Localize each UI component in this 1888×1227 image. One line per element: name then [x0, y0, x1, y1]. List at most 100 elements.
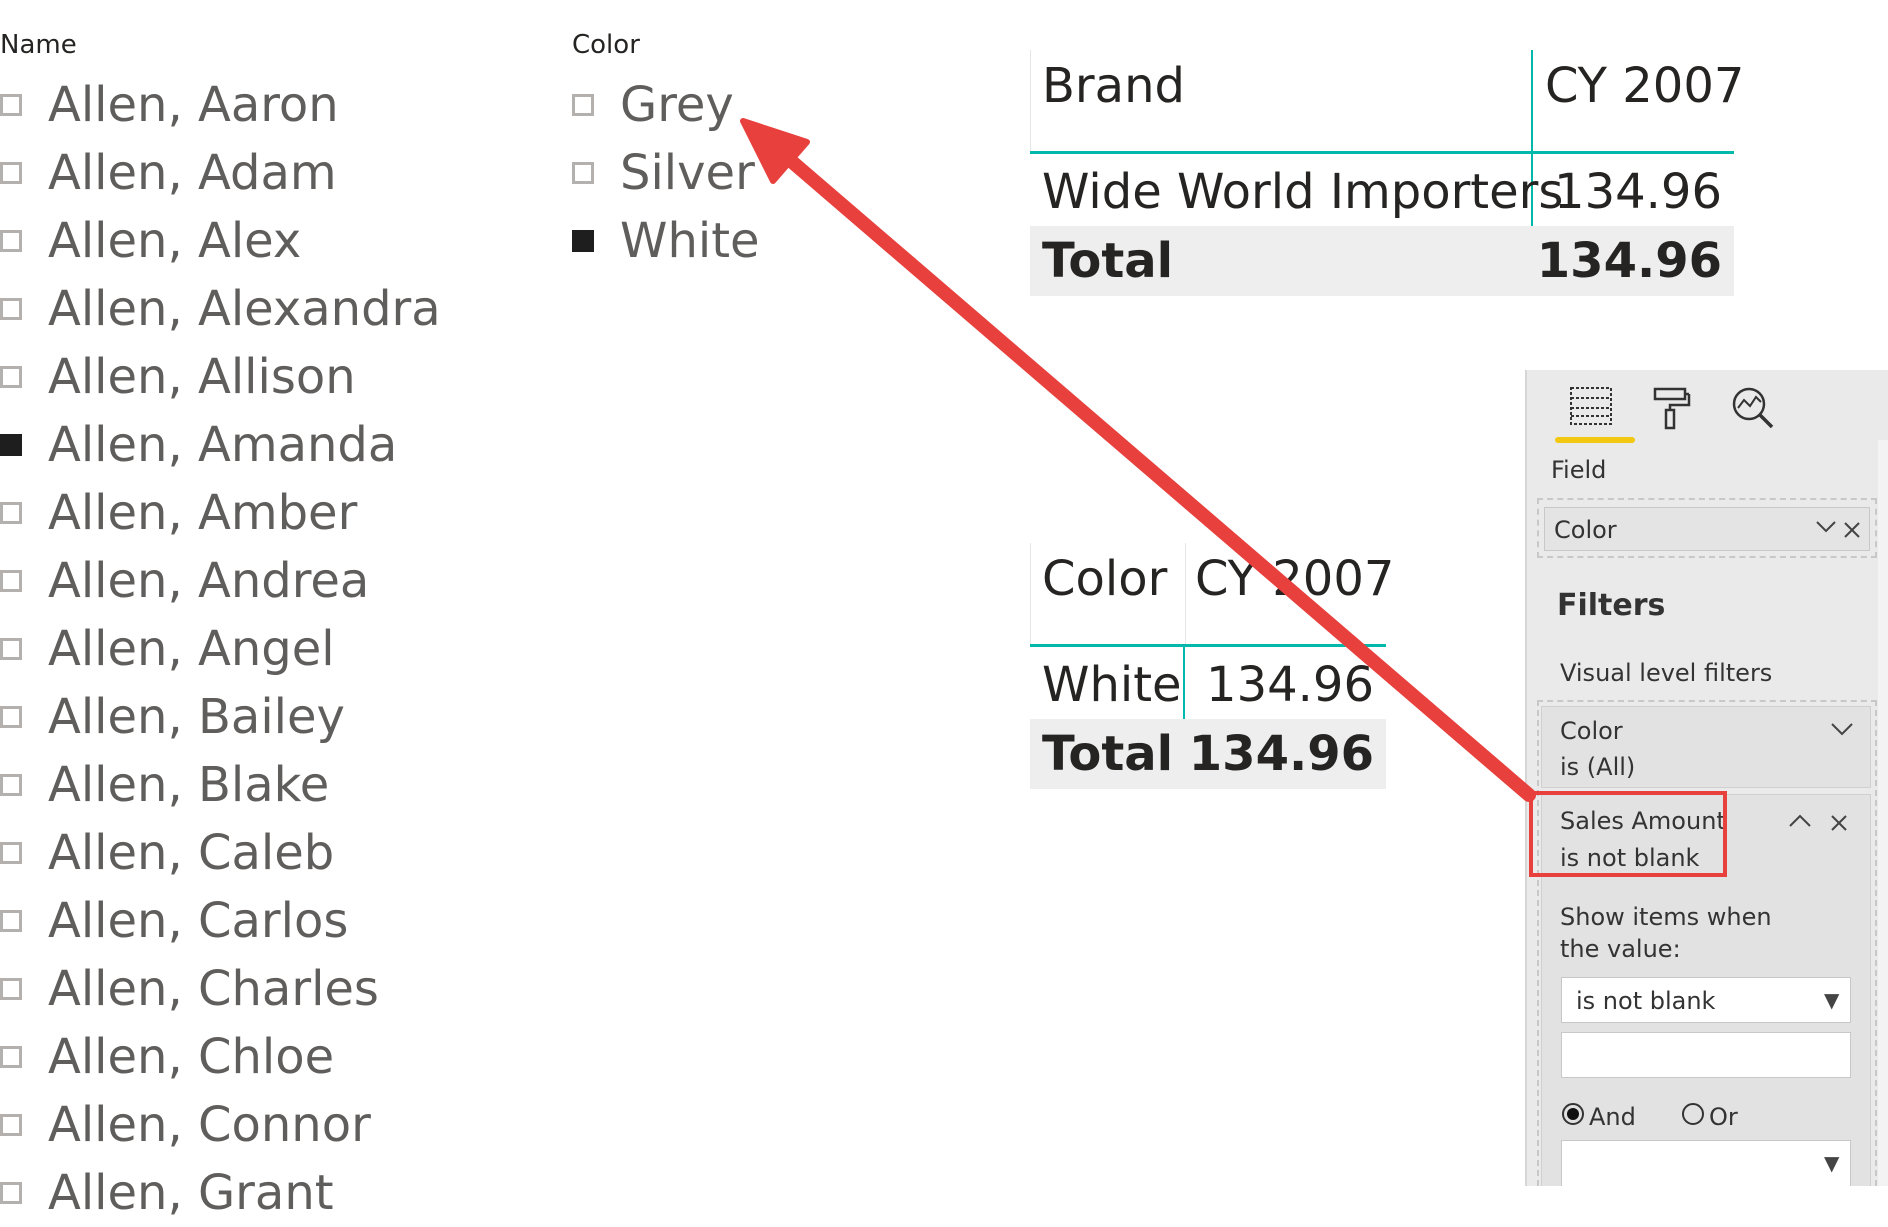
- name-slicer-item[interactable]: Allen, Adam: [0, 139, 441, 207]
- name-slicer-item[interactable]: Allen, Bailey: [0, 683, 441, 751]
- checkbox-unchecked-icon[interactable]: [0, 842, 22, 864]
- checkbox-unchecked-icon[interactable]: [0, 638, 22, 660]
- name-slicer-item[interactable]: Allen, Alexandra: [0, 275, 441, 343]
- name-slicer-item[interactable]: Allen, Amber: [0, 479, 441, 547]
- filter-value-input[interactable]: [1561, 1032, 1851, 1078]
- filters-title: Filters: [1557, 588, 1666, 623]
- name-slicer-item[interactable]: Allen, Aaron: [0, 71, 441, 139]
- name-slicer-item[interactable]: Allen, Allison: [0, 343, 441, 411]
- color-slicer-item[interactable]: Silver: [572, 139, 760, 207]
- brand-row-label: Wide World Importers: [1042, 164, 1564, 220]
- chevron-down-icon[interactable]: [1815, 514, 1837, 542]
- annotation-highlight-box: [1529, 791, 1727, 877]
- name-slicer-list: Allen, Aaron Allen, Adam Allen, Alex Allen,…: [0, 71, 441, 1227]
- name-slicer-item-label: Allen, Caleb: [48, 825, 335, 881]
- checkbox-unchecked-icon[interactable]: [0, 570, 22, 592]
- field-value-pill[interactable]: Color: [1544, 507, 1870, 551]
- name-slicer-item-label: Allen, Alex: [48, 213, 302, 269]
- checkbox-unchecked-icon[interactable]: [0, 1114, 22, 1136]
- remove-filter-close-icon[interactable]: [1830, 809, 1848, 837]
- second-condition-dropdown[interactable]: ▼: [1561, 1140, 1851, 1186]
- or-radio[interactable]: [1682, 1103, 1704, 1125]
- name-slicer-item-label: Allen, Allison: [48, 349, 356, 405]
- name-slicer-item-label: Allen, Aaron: [48, 77, 339, 133]
- color-table-header-rule: [1030, 644, 1386, 647]
- checkbox-unchecked-icon[interactable]: [0, 502, 22, 524]
- analytics-magnifier-icon[interactable]: [1731, 386, 1775, 434]
- color-slicer-title: Color: [572, 30, 640, 60]
- checkbox-unchecked-icon[interactable]: [0, 978, 22, 1000]
- active-tab-underline: [1555, 437, 1635, 443]
- or-label: Or: [1709, 1103, 1738, 1131]
- color-table: Color CY 2007 White 134.96 Total 134.96: [1030, 543, 1394, 789]
- fields-icon[interactable]: [1569, 386, 1613, 430]
- name-slicer-item[interactable]: Allen, Andrea: [0, 547, 441, 615]
- color-row-label: White: [1042, 657, 1182, 713]
- name-slicer-item[interactable]: Allen, Carlos: [0, 887, 441, 955]
- color-total-label: Total: [1042, 726, 1174, 782]
- name-slicer-item[interactable]: Allen, Connor: [0, 1091, 441, 1159]
- brand-table: Brand CY 2007 Wide World Importers 134.9…: [1030, 50, 1744, 296]
- chevron-down-icon[interactable]: [1830, 717, 1854, 745]
- name-slicer-item-label: Allen, Amber: [48, 485, 358, 541]
- name-slicer-title: Name: [0, 30, 77, 60]
- name-slicer-item[interactable]: Allen, Angel: [0, 615, 441, 683]
- dropdown-arrow-icon: ▼: [1824, 1151, 1840, 1175]
- name-slicer-item-label: Allen, Bailey: [48, 689, 345, 745]
- name-slicer-item-label: Allen, Blake: [48, 757, 330, 813]
- name-slicer-item-label: Allen, Connor: [48, 1097, 371, 1153]
- name-slicer-item[interactable]: Allen, Caleb: [0, 819, 441, 887]
- name-slicer-item-label: Allen, Grant: [48, 1165, 334, 1221]
- checkbox-unchecked-icon[interactable]: [0, 910, 22, 932]
- checkbox-unchecked-icon[interactable]: [0, 1046, 22, 1068]
- name-slicer-item-label: Allen, Alexandra: [48, 281, 441, 337]
- name-slicer-item-label: Allen, Angel: [48, 621, 335, 677]
- color-slicer-item[interactable]: Grey: [572, 71, 760, 139]
- name-slicer-item[interactable]: Allen, Charles: [0, 955, 441, 1023]
- name-slicer-item-label: Allen, Carlos: [48, 893, 349, 949]
- show-items-label: Show items when the value:: [1560, 903, 1772, 963]
- color-filter-name: Color: [1560, 717, 1623, 745]
- cy2007-column-header[interactable]: CY 2007: [1545, 58, 1744, 114]
- checkbox-unchecked-icon[interactable]: [0, 366, 22, 388]
- name-slicer-item[interactable]: Allen, Grant: [0, 1159, 441, 1227]
- brand-header-divider: [1030, 50, 1031, 152]
- checkbox-unchecked-icon[interactable]: [0, 706, 22, 728]
- name-slicer-item-label: Allen, Adam: [48, 145, 337, 201]
- name-slicer-item-label: Allen, Amanda: [48, 417, 398, 473]
- checkbox-unchecked-icon[interactable]: [572, 94, 594, 116]
- name-slicer-item[interactable]: Allen, Blake: [0, 751, 441, 819]
- and-radio[interactable]: [1562, 1103, 1584, 1125]
- checkbox-unchecked-icon[interactable]: [0, 298, 22, 320]
- color-slicer-item-label: White: [620, 213, 760, 269]
- brand-row-value: 134.96: [1554, 164, 1722, 220]
- condition-dropdown[interactable]: is not blank ▼: [1561, 977, 1851, 1023]
- dropdown-arrow-icon: ▼: [1824, 988, 1840, 1012]
- checkbox-checked-icon[interactable]: [0, 434, 22, 456]
- color-column-header[interactable]: Color: [1042, 551, 1167, 607]
- name-slicer-item[interactable]: Allen, Chloe: [0, 1023, 441, 1091]
- format-paint-roller-icon[interactable]: [1651, 386, 1691, 434]
- checkbox-unchecked-icon[interactable]: [0, 94, 22, 116]
- brand-column-header[interactable]: Brand: [1042, 58, 1185, 114]
- checkbox-unchecked-icon[interactable]: [0, 162, 22, 184]
- brand-header-rule: [1030, 151, 1734, 154]
- color-table-header-col-divider: [1185, 543, 1186, 645]
- pane-scrollbar[interactable]: [1878, 440, 1888, 1186]
- color-slicer-item[interactable]: White: [572, 207, 760, 275]
- checkbox-unchecked-icon[interactable]: [0, 774, 22, 796]
- name-slicer-item[interactable]: Allen, Alex: [0, 207, 441, 275]
- checkbox-unchecked-icon[interactable]: [0, 1182, 22, 1204]
- color-row-value: 134.96: [1206, 657, 1374, 713]
- name-slicer-item[interactable]: Allen, Amanda: [0, 411, 441, 479]
- visualizations-pane: Field Color Filters Visual level filters…: [1525, 370, 1888, 1186]
- remove-field-close-icon[interactable]: [1843, 516, 1861, 544]
- color-filter-card[interactable]: Color is (All): [1541, 706, 1871, 788]
- checkbox-unchecked-icon[interactable]: [0, 230, 22, 252]
- checkbox-unchecked-icon[interactable]: [572, 162, 594, 184]
- chevron-up-icon[interactable]: [1788, 807, 1812, 835]
- color-cy2007-column-header[interactable]: CY 2007: [1195, 551, 1394, 607]
- checkbox-checked-icon[interactable]: [572, 230, 594, 252]
- and-label: And: [1589, 1103, 1636, 1131]
- visual-level-filters-label: Visual level filters: [1560, 659, 1773, 687]
